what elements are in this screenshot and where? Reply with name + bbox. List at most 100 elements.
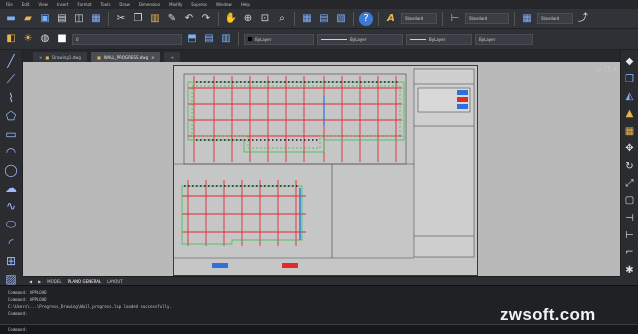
menu-format[interactable]: Format — [77, 2, 91, 7]
close-icon[interactable]: × — [613, 66, 618, 73]
copy-object-icon[interactable]: ❐ — [624, 73, 636, 85]
polyline-icon[interactable]: ⌇ — [4, 91, 19, 105]
lower-plan — [181, 180, 306, 246]
zoom-previous-icon[interactable]: ⌕ — [275, 12, 289, 26]
new-tab-button[interactable]: + — [164, 52, 180, 62]
linetype-dropdown[interactable]: ByLayer — [317, 33, 403, 45]
insert-block-icon[interactable]: ⊞ — [4, 254, 19, 268]
restore-icon[interactable]: ❐ — [605, 66, 610, 73]
menu-edit[interactable]: Edit — [22, 2, 30, 7]
menu-view[interactable]: View — [38, 2, 48, 7]
close-icon[interactable]: × — [151, 55, 154, 60]
ellipse-arc-icon[interactable]: ◜ — [4, 236, 19, 250]
menu-help[interactable]: Help — [241, 2, 250, 7]
scale-icon[interactable]: ⤢ — [624, 178, 636, 189]
zoom-window-icon[interactable]: ⊡ — [258, 12, 272, 26]
menu-draw[interactable]: Draw — [119, 2, 129, 7]
text-style-icon[interactable]: A — [384, 12, 398, 26]
help-icon[interactable]: ? — [359, 11, 373, 26]
properties-icon[interactable]: ▦ — [300, 12, 314, 26]
text-style-dropdown[interactable]: Standard — [401, 13, 437, 24]
legend — [174, 257, 414, 268]
undo-icon[interactable]: ↶ — [182, 12, 196, 26]
menu-dimension[interactable]: Dimension — [139, 2, 160, 7]
publish-icon[interactable]: ▦ — [89, 12, 103, 26]
menu-insert[interactable]: Insert — [57, 2, 68, 7]
print-icon[interactable]: ▤ — [55, 12, 69, 26]
rotate-icon[interactable]: ↻ — [624, 160, 636, 172]
tab-layout[interactable]: LAYOUT — [107, 279, 123, 284]
move-icon[interactable]: ✥ — [624, 143, 636, 154]
pan-icon[interactable]: ✋ — [224, 12, 238, 26]
close-icon[interactable]: × — [39, 55, 42, 60]
layer-lock-icon[interactable]: ◍ — [38, 32, 52, 46]
extend-icon[interactable]: ⊢ — [624, 230, 636, 241]
spline-icon[interactable]: ∿ — [4, 199, 19, 213]
menu-modify[interactable]: Modify — [169, 2, 182, 7]
plot-preview-icon[interactable]: ◫ — [72, 12, 86, 26]
rectangle-icon[interactable]: ▭ — [4, 127, 19, 141]
plotstyle-value: ByLayer — [479, 36, 496, 42]
tab-model[interactable]: MODEL — [47, 279, 61, 284]
color-dropdown[interactable]: ByLayer — [244, 33, 314, 45]
lineweight-dropdown[interactable]: ByLayer — [406, 33, 472, 45]
tool-palettes-icon[interactable]: ▧ — [334, 12, 348, 26]
tab-plano-general[interactable]: PLANO GENERAL — [68, 279, 102, 284]
line-icon[interactable]: ╱ — [4, 54, 19, 68]
layer-dropdown[interactable]: 0 — [72, 33, 182, 45]
save-icon[interactable]: ▣ — [38, 12, 52, 26]
circle-icon[interactable]: ◯ — [4, 163, 19, 177]
polygon-icon[interactable]: ⬠ — [4, 109, 19, 123]
plotstyle-dropdown[interactable]: ByLayer — [475, 33, 533, 45]
construction-line-icon[interactable]: ⟋ — [4, 72, 19, 87]
offset-icon[interactable]: ▲ — [624, 108, 636, 119]
menu-express[interactable]: Express — [191, 2, 207, 7]
next-layout-icon[interactable]: ▶ — [38, 279, 41, 284]
dimension-style-dropdown[interactable]: Standard — [465, 13, 509, 24]
draw-toolbar: ╱ ⟋ ⌇ ⬠ ▭ ◠ ◯ ☁ ∿ ⬭ ◜ ⊞ ▨ — [0, 50, 23, 286]
layer-previous-icon[interactable]: ▤ — [202, 32, 216, 46]
toolbar-separator — [514, 11, 515, 26]
layer-color-swatch-icon[interactable]: ■ — [55, 32, 69, 46]
revision-cloud-icon[interactable]: ☁ — [4, 181, 19, 195]
copy-icon[interactable]: ❐ — [131, 12, 145, 26]
tab-wall-progress[interactable]: ■ WALL_PROGRESS.dwg × — [90, 52, 161, 62]
match-properties-icon[interactable]: ✎ — [165, 12, 179, 26]
new-file-icon[interactable]: ▬ — [4, 12, 18, 26]
ellipse-icon[interactable]: ⬭ — [4, 217, 19, 232]
paste-icon[interactable]: ▥ — [148, 12, 162, 26]
multileader-style-icon[interactable]: ⤴ — [576, 12, 590, 26]
zoom-realtime-icon[interactable]: ⊕ — [241, 12, 255, 26]
layer-manager-icon[interactable]: ◧ — [4, 32, 18, 46]
dimension-style-icon[interactable]: ⊢ — [448, 12, 462, 26]
minimize-icon[interactable]: ▭ — [596, 66, 602, 73]
upper-plan — [183, 73, 407, 165]
table-style-value: Standard — [541, 16, 560, 21]
hatch-icon[interactable]: ▨ — [4, 272, 19, 286]
menu-file[interactable]: File — [6, 2, 13, 7]
design-center-icon[interactable]: ▤ — [317, 12, 331, 26]
make-layer-current-icon[interactable]: ⬒ — [185, 32, 199, 46]
array-icon[interactable]: ▦ — [624, 126, 636, 137]
drawing-canvas[interactable] — [23, 62, 620, 276]
open-folder-icon[interactable]: ▰ — [21, 12, 35, 26]
mirror-icon[interactable]: ◭ — [624, 91, 636, 102]
menu-tools[interactable]: Tools — [101, 2, 111, 7]
table-style-dropdown[interactable]: Standard — [537, 13, 573, 24]
fillet-icon[interactable]: ⌐ — [624, 247, 636, 258]
arc-icon[interactable]: ◠ — [4, 145, 19, 159]
explode-icon[interactable]: ✱ — [624, 265, 636, 276]
tab-drawing1[interactable]: × ■ Drawing1.dwg — [33, 52, 87, 62]
cut-icon[interactable]: ✂ — [114, 12, 128, 26]
toolbar-separator — [442, 11, 443, 26]
menu-window[interactable]: Window — [216, 2, 232, 7]
prev-layout-icon[interactable]: ◀ — [29, 279, 32, 284]
erase-icon[interactable]: ◆ — [624, 56, 636, 67]
redo-icon[interactable]: ↷ — [199, 12, 213, 26]
color-value: ByLayer — [255, 36, 272, 42]
trim-icon[interactable]: ⊣ — [624, 213, 636, 224]
table-style-icon[interactable]: ▦ — [520, 12, 534, 26]
stretch-icon[interactable]: ▢ — [624, 195, 636, 206]
layer-isolate-icon[interactable]: ▥ — [219, 32, 233, 46]
layer-state-icon[interactable]: ☀ — [21, 32, 35, 46]
